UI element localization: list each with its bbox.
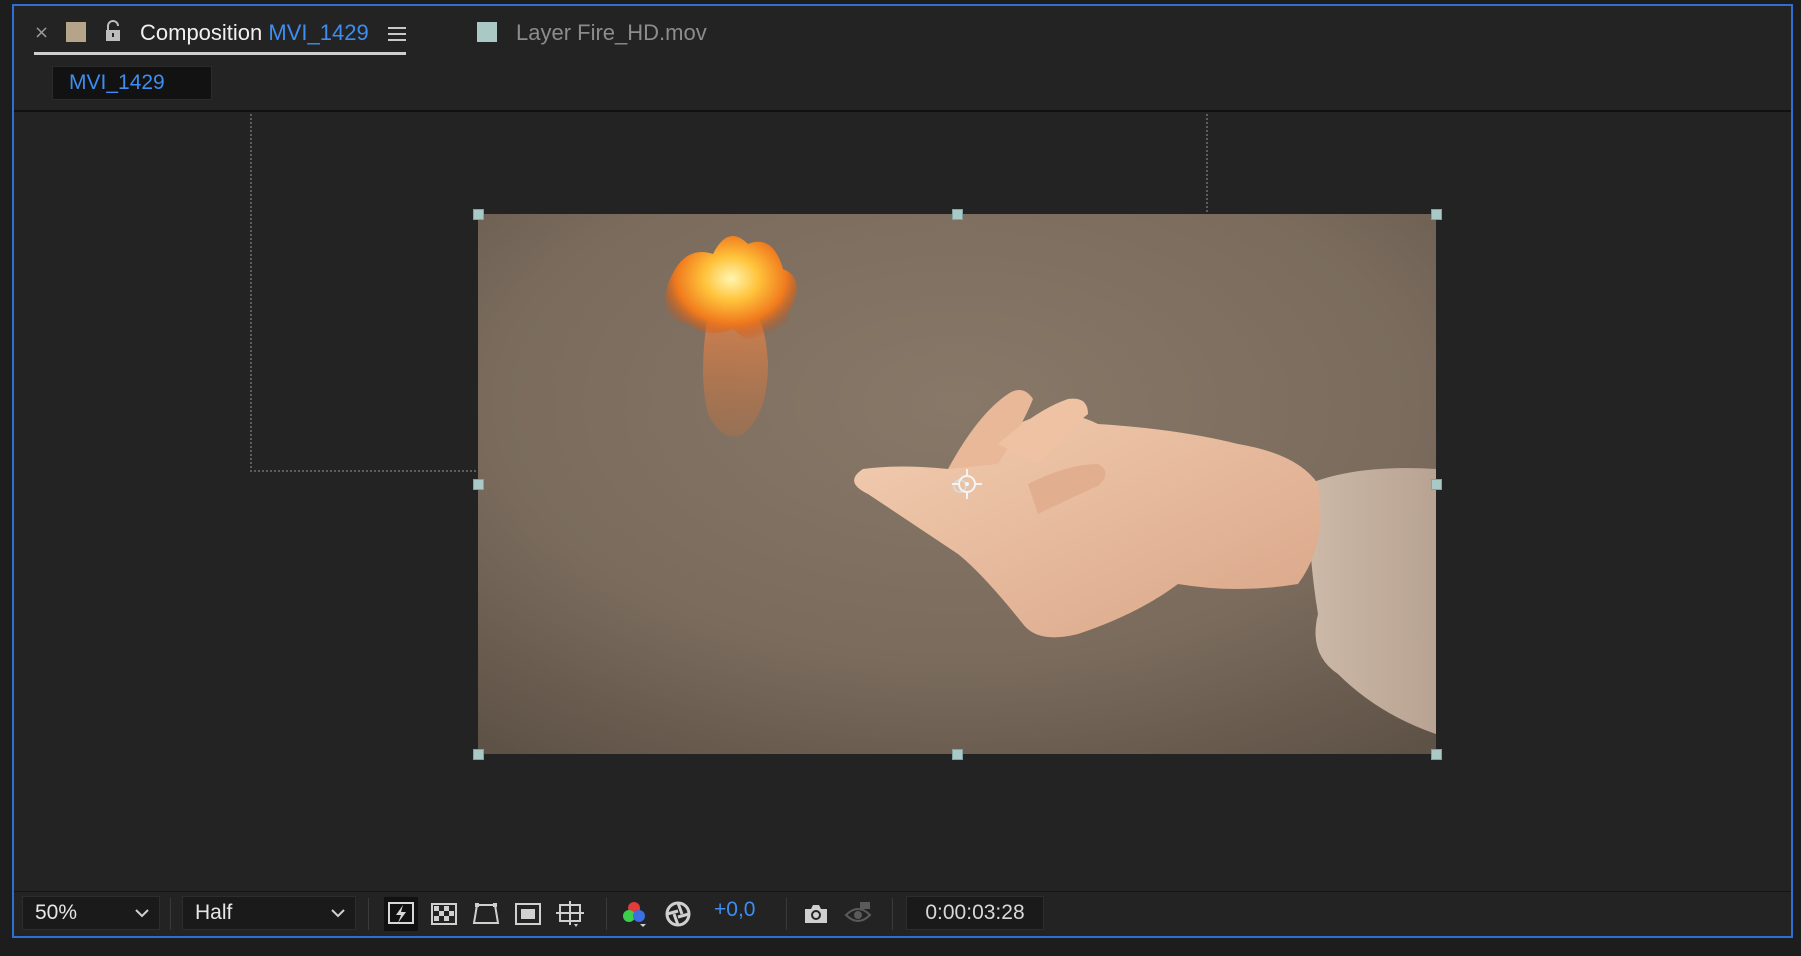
composition-viewer[interactable] xyxy=(14,112,1791,896)
chevron-down-icon xyxy=(135,909,149,918)
resolution-value: Half xyxy=(195,901,233,924)
handle-middle-left[interactable] xyxy=(473,479,484,490)
active-tab-indicator xyxy=(34,52,406,55)
close-icon[interactable]: × xyxy=(34,22,49,43)
transparency-grid-icon[interactable] xyxy=(430,900,458,928)
exposure-value[interactable]: +0,0 xyxy=(714,898,755,922)
panel-menu-icon[interactable] xyxy=(388,26,406,42)
toolbar-separator xyxy=(368,898,369,930)
zoom-dropdown[interactable]: 50% xyxy=(22,896,160,930)
zoom-value: 50% xyxy=(35,901,78,924)
fast-previews-icon[interactable] xyxy=(384,897,418,931)
handle-bottom-center[interactable] xyxy=(952,749,963,760)
toolbar-separator xyxy=(170,898,171,930)
viewer-toolbar: 50% Half +0,0 0:00:03:28 xyxy=(14,891,1791,936)
show-snapshot-icon[interactable] xyxy=(844,900,872,928)
region-of-interest-icon[interactable] xyxy=(514,900,542,928)
channel-icon[interactable] xyxy=(620,900,648,928)
current-time-display[interactable]: 0:00:03:28 xyxy=(906,896,1044,930)
composition-tab-label: Composition xyxy=(140,20,263,45)
handle-top-center[interactable] xyxy=(952,209,963,220)
handle-middle-right[interactable] xyxy=(1431,479,1442,490)
lock-icon[interactable] xyxy=(104,20,122,42)
panel-tab-bar: × Composition MVI_1429 Layer Fire_HD.mov… xyxy=(14,6,1791,112)
composition-tab[interactable]: Composition MVI_1429 xyxy=(140,20,369,46)
layer-color-swatch xyxy=(477,22,497,42)
layer-tab[interactable]: Layer Fire_HD.mov xyxy=(516,20,707,46)
anchor-point-icon[interactable] xyxy=(952,469,982,499)
handle-top-left[interactable] xyxy=(473,209,484,220)
snapshot-icon[interactable] xyxy=(802,900,830,928)
handle-bottom-right[interactable] xyxy=(1431,749,1442,760)
handle-bottom-left[interactable] xyxy=(473,749,484,760)
toolbar-separator xyxy=(892,898,893,930)
exposure-reset-icon[interactable] xyxy=(664,900,692,928)
grid-guides-icon[interactable] xyxy=(556,900,584,928)
toolbar-separator xyxy=(606,898,607,930)
composition-panel: × Composition MVI_1429 Layer Fire_HD.mov… xyxy=(12,4,1793,938)
chevron-down-icon xyxy=(331,909,345,918)
composition-tab-name: MVI_1429 xyxy=(268,20,369,45)
composition-color-swatch[interactable] xyxy=(66,22,86,42)
mask-visibility-icon[interactable] xyxy=(472,900,500,928)
resolution-dropdown[interactable]: Half xyxy=(182,896,356,930)
toolbar-separator xyxy=(786,898,787,930)
composition-breadcrumb[interactable]: MVI_1429 xyxy=(52,66,212,100)
handle-top-right[interactable] xyxy=(1431,209,1442,220)
